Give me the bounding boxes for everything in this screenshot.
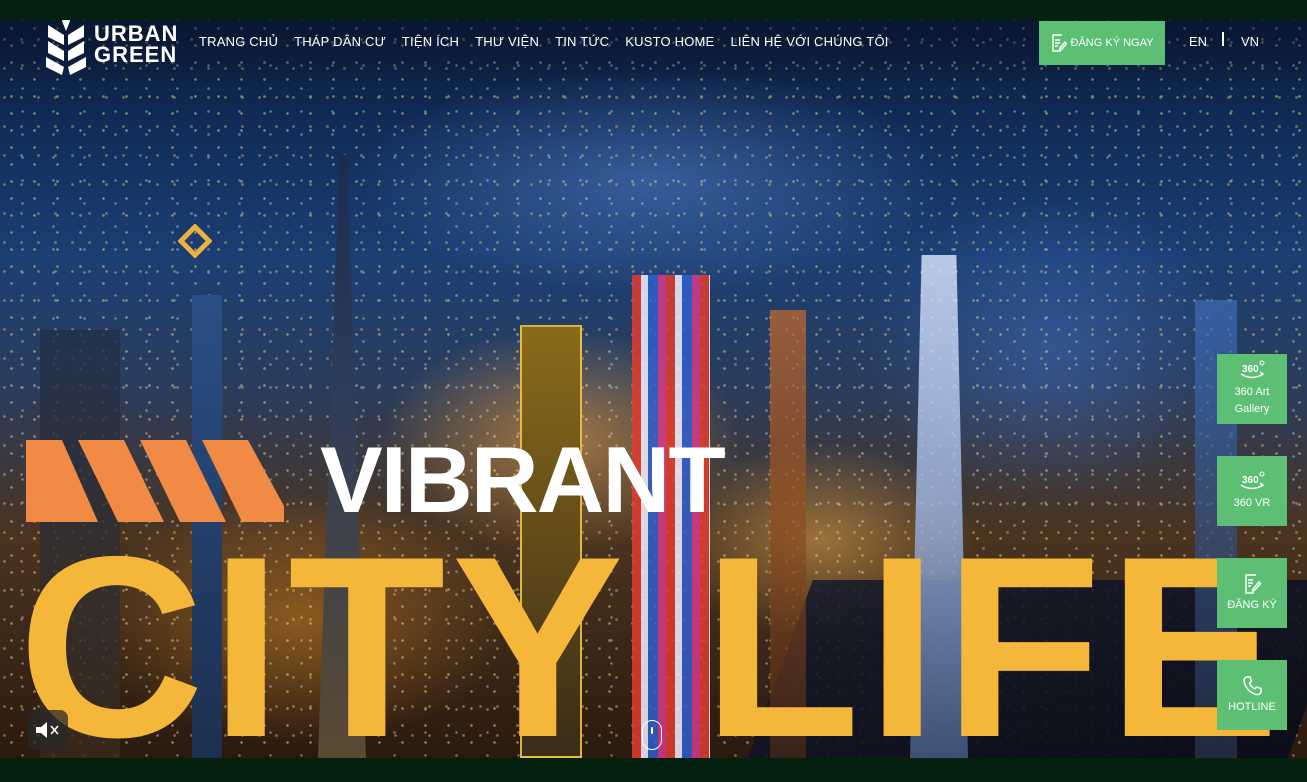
- bottom-frame-bar: [0, 758, 1307, 782]
- nav-item-kusto-home[interactable]: KUSTO HOME: [625, 34, 714, 52]
- vr-360-button[interactable]: 360 360 VR: [1217, 456, 1287, 526]
- vr-360-label: 360 VR: [1233, 496, 1271, 509]
- nav-item-amenities[interactable]: TIỆN ÍCH: [402, 34, 459, 52]
- nav-item-residential-tower[interactable]: THÁP DÂN CƯ: [294, 34, 386, 52]
- svg-text:360: 360: [1242, 475, 1259, 486]
- mouse-scroll-wheel: [651, 727, 653, 734]
- art-gallery-label-1: 360 Art: [1234, 386, 1270, 398]
- form-edit-icon: [1245, 573, 1262, 594]
- main-nav: TRANG CHỦ THÁP DÂN CƯ TIỆN ÍCH THƯ VIỆN …: [199, 34, 889, 52]
- speaker-muted-icon: [36, 722, 59, 738]
- register-now-label: ĐĂNG KÝ NGAY: [1070, 37, 1154, 49]
- register-side-button[interactable]: ĐĂNG KÝ: [1217, 558, 1287, 628]
- diamond-icon: [178, 224, 212, 258]
- brand-line-2: GREEN: [94, 42, 178, 67]
- art-gallery-360-button[interactable]: 360 360 Art Gallery: [1217, 354, 1287, 424]
- brand-wordmark: URBAN GREEN: [94, 21, 179, 67]
- register-now-button[interactable]: ĐĂNG KÝ NGAY: [1039, 21, 1165, 65]
- language-vn[interactable]: VN: [1241, 34, 1259, 49]
- top-frame-bar: [0, 0, 1307, 20]
- 360-rotate-icon: 360: [1240, 360, 1265, 379]
- hotline-button[interactable]: HOTLINE: [1217, 660, 1287, 730]
- art-gallery-label-2: Gallery: [1234, 403, 1270, 415]
- brand-logo[interactable]: URBAN GREEN: [44, 10, 184, 78]
- phone-icon: [1243, 675, 1262, 695]
- svg-text:360: 360: [1242, 364, 1259, 375]
- form-edit-icon: [1051, 34, 1067, 52]
- mute-toggle-button[interactable]: [28, 710, 68, 750]
- language-en[interactable]: EN: [1189, 34, 1207, 49]
- brand-line-1: URBAN: [94, 21, 179, 46]
- language-divider: [1222, 32, 1224, 46]
- nav-item-contact[interactable]: LIÊN HỆ VỚI CHÚNG TÔI: [730, 34, 888, 52]
- wheat-leaf-icon: [46, 13, 86, 75]
- hotline-label: HOTLINE: [1228, 700, 1276, 713]
- 360-rotate-icon: 360: [1240, 471, 1265, 489]
- mouse-scroll-icon[interactable]: [642, 720, 662, 750]
- nav-item-home[interactable]: TRANG CHỦ: [199, 34, 278, 52]
- nav-item-news[interactable]: TIN TỨC: [555, 34, 609, 52]
- register-side-label: ĐĂNG KÝ: [1227, 598, 1277, 611]
- nav-item-library[interactable]: THƯ VIỆN: [475, 34, 539, 52]
